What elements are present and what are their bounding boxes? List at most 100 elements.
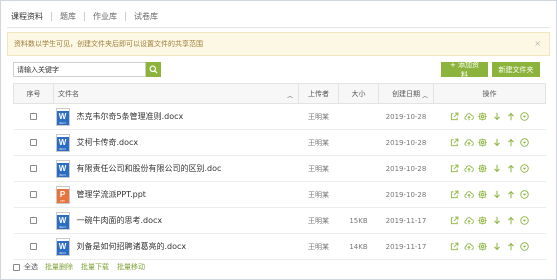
- tab-bar: 课程资料 题库 作业库 试卷库: [11, 7, 166, 25]
- cloud-upload-icon[interactable]: [463, 112, 474, 122]
- move-up-icon[interactable]: [506, 112, 516, 122]
- file-entry: W Word 杰克韦尔奇5条管理准则.docx: [54, 107, 299, 126]
- more-dropdown-icon[interactable]: [520, 164, 530, 174]
- row-checkbox[interactable]: [30, 217, 37, 224]
- batch-delete-link[interactable]: 批量删除: [45, 262, 73, 272]
- date-cell: 2019-11-17: [378, 207, 434, 234]
- ppt-file-icon: P PPT: [55, 185, 70, 204]
- word-file-icon: W Word: [55, 107, 70, 126]
- close-icon[interactable]: ×: [534, 39, 541, 48]
- table-row: W Word 杰克韦尔奇5条管理准则.docx 王明某 2019-10-28: [13, 103, 546, 130]
- move-up-icon[interactable]: [506, 190, 516, 200]
- settings-icon[interactable]: [478, 216, 488, 226]
- more-dropdown-icon[interactable]: [520, 242, 530, 252]
- share-icon[interactable]: [450, 216, 460, 226]
- sort-caret-icon: ︿: [421, 93, 428, 100]
- more-dropdown-icon[interactable]: [520, 216, 530, 226]
- tab-course-materials[interactable]: 课程资料: [11, 11, 51, 22]
- table-row: W Word 有限责任公司和股份有限公司的区别.doc 王明某 2019-10-…: [13, 155, 546, 182]
- size-cell: [338, 181, 379, 208]
- select-all-label: 全选: [24, 263, 38, 271]
- download-icon[interactable]: [492, 164, 502, 174]
- file-entry: W Word 刘备是如何招聘诸葛亮的.docx: [54, 237, 299, 256]
- tab-question-bank[interactable]: 题库: [52, 11, 84, 22]
- date-cell: 2019-10-28: [378, 129, 434, 156]
- row-checkbox[interactable]: [30, 113, 37, 120]
- move-up-icon[interactable]: [506, 138, 516, 148]
- date-cell: 2019-10-28: [378, 155, 434, 182]
- uploader-cell: 王明某: [298, 155, 339, 182]
- file-entry: P PPT 管理学流派PPT.ppt: [54, 185, 299, 204]
- file-name-link[interactable]: 刘备是如何招聘诸葛亮的.docx: [77, 241, 187, 252]
- share-icon[interactable]: [450, 164, 460, 174]
- tab-homework-bank[interactable]: 作业库: [85, 11, 125, 22]
- word-file-icon: W Word: [55, 237, 70, 256]
- move-up-icon[interactable]: [506, 216, 516, 226]
- download-icon[interactable]: [492, 216, 502, 226]
- size-cell: 14KB: [338, 233, 379, 260]
- filename-cell: W Word 刘备是如何招聘诸葛亮的.docx: [53, 233, 299, 260]
- col-header-index: 序号: [13, 83, 54, 104]
- file-name-link[interactable]: 有限责任公司和股份有限公司的区别.doc: [77, 163, 222, 174]
- uploader-cell: 王明某: [298, 233, 339, 260]
- tab-exam-bank[interactable]: 试卷库: [126, 11, 166, 22]
- table-row: W Word 艾柯卡传奇.docx 王明某 2019-10-28: [13, 129, 546, 156]
- share-icon[interactable]: [450, 242, 460, 252]
- settings-icon[interactable]: [478, 112, 488, 122]
- search-button[interactable]: [146, 62, 161, 77]
- download-icon[interactable]: [492, 190, 502, 200]
- size-cell: [338, 155, 379, 182]
- share-icon[interactable]: [450, 190, 460, 200]
- settings-icon[interactable]: [478, 138, 488, 148]
- col-header-size: 大小: [338, 83, 379, 104]
- add-material-button[interactable]: + 添加资料: [441, 61, 488, 79]
- ops-cell: [433, 155, 546, 182]
- cloud-upload-icon[interactable]: [463, 164, 474, 174]
- batch-move-link[interactable]: 批量移动: [117, 262, 145, 272]
- settings-icon[interactable]: [478, 164, 488, 174]
- uploader-cell: 王明某: [298, 207, 339, 234]
- col-header-filename[interactable]: 文件名 ︿: [53, 83, 299, 104]
- select-all-checkbox[interactable]: [13, 263, 20, 271]
- search-icon: [149, 65, 158, 74]
- cloud-upload-icon[interactable]: [463, 242, 474, 252]
- cloud-upload-icon[interactable]: [463, 190, 474, 200]
- download-icon[interactable]: [492, 242, 502, 252]
- file-name-link[interactable]: 杰克韦尔奇5条管理准则.docx: [77, 111, 184, 122]
- file-name-link[interactable]: 一碗牛肉面的思考.docx: [77, 215, 163, 226]
- app-frame: 课程资料 题库 作业库 试卷库 资料数以学生可见，创建文件夹后即可以设置文件的共…: [0, 0, 557, 280]
- date-cell: 2019-10-28: [378, 181, 434, 208]
- move-up-icon[interactable]: [506, 242, 516, 252]
- file-name-link[interactable]: 管理学流派PPT.ppt: [77, 189, 146, 200]
- cloud-upload-icon[interactable]: [463, 216, 474, 226]
- new-folder-button[interactable]: 新建文件夹: [492, 62, 540, 77]
- settings-icon[interactable]: [478, 190, 488, 200]
- batch-actions-bar: 全选 批量删除 批量下载 批量移动: [13, 262, 153, 272]
- ops-cell: [433, 181, 546, 208]
- more-dropdown-icon[interactable]: [520, 112, 530, 122]
- more-dropdown-icon[interactable]: [520, 138, 530, 148]
- row-checkbox[interactable]: [30, 165, 37, 172]
- download-icon[interactable]: [492, 138, 502, 148]
- cloud-upload-icon[interactable]: [463, 138, 474, 148]
- file-table: 序号 文件名 ︿ 上传者 大小 创建日期 ︿ 操作 W Word 杰克韦尔奇5条…: [13, 83, 546, 260]
- row-checkbox[interactable]: [30, 139, 37, 146]
- row-select-cell: [13, 181, 54, 208]
- tabs-divider-line: [7, 27, 550, 28]
- download-icon[interactable]: [492, 112, 502, 122]
- col-header-date[interactable]: 创建日期 ︿: [378, 83, 434, 104]
- share-icon[interactable]: [450, 138, 460, 148]
- row-checkbox[interactable]: [30, 243, 37, 250]
- batch-download-link[interactable]: 批量下载: [81, 262, 109, 272]
- share-icon[interactable]: [450, 112, 460, 122]
- settings-icon[interactable]: [478, 242, 488, 252]
- filename-cell: W Word 艾柯卡传奇.docx: [53, 129, 299, 156]
- size-cell: [338, 103, 379, 130]
- row-checkbox[interactable]: [30, 191, 37, 198]
- filename-cell: W Word 有限责任公司和股份有限公司的区别.doc: [53, 155, 299, 182]
- move-up-icon[interactable]: [506, 164, 516, 174]
- search-input[interactable]: [13, 62, 146, 77]
- size-cell: 15KB: [338, 207, 379, 234]
- file-name-link[interactable]: 艾柯卡传奇.docx: [77, 137, 139, 148]
- more-dropdown-icon[interactable]: [520, 190, 530, 200]
